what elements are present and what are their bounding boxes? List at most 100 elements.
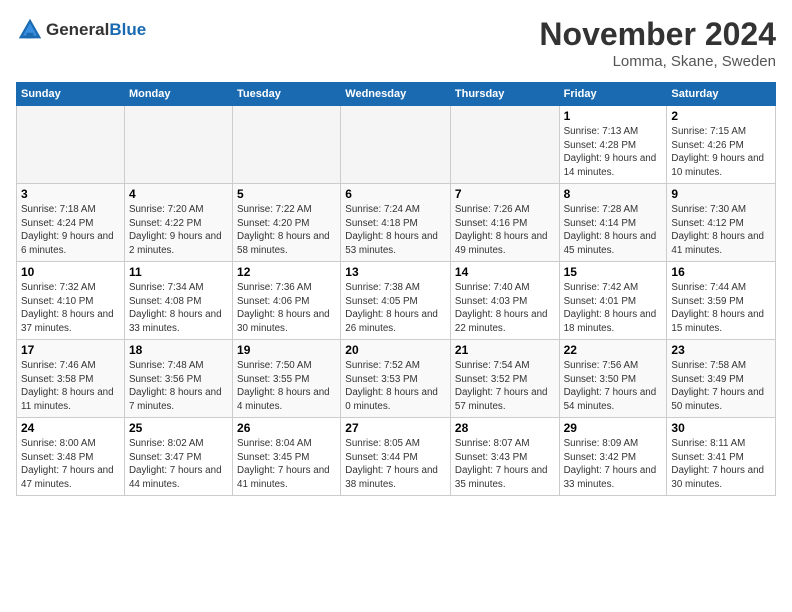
day-number: 5 xyxy=(237,187,336,201)
calendar-day: 25 Sunrise: 8:02 AMSunset: 3:47 PMDayligh… xyxy=(124,418,232,496)
day-number: 15 xyxy=(564,265,663,279)
day-info: Sunrise: 7:15 AMSunset: 4:26 PMDaylight:… xyxy=(671,125,771,180)
day-number: 12 xyxy=(237,265,336,279)
day-number: 10 xyxy=(21,265,120,279)
day-info: Sunrise: 7:30 AMSunset: 4:12 PMDaylight:… xyxy=(671,203,771,258)
header-monday: Monday xyxy=(124,83,232,106)
logo-blue: Blue xyxy=(109,20,146,39)
day-number: 9 xyxy=(671,187,771,201)
calendar-day: 3Sunrise: 7:18 AMSunset: 4:24 PMDaylight… xyxy=(17,184,125,262)
month-title: November 2024 xyxy=(539,16,776,53)
calendar-day: 28Sunrise: 8:07 AMSunset: 3:43 PMDayligh… xyxy=(450,418,559,496)
day-info: Sunrise: 7:54 AMSunset: 3:52 PMDaylight:… xyxy=(455,359,555,414)
calendar-day: 13 Sunrise: 7:38 AMSunset: 4:05 PMDayligh… xyxy=(341,262,451,340)
calendar-day: 14 Sunrise: 7:40 AMSunset: 4:03 PMDayligh… xyxy=(450,262,559,340)
day-info: Sunrise: 7:34 AMSunset: 4:08 PMDaylight:… xyxy=(129,281,228,336)
calendar-day: 5 Sunrise: 7:22 AMSunset: 4:20 PMDaylight… xyxy=(233,184,341,262)
calendar-day: 30 Sunrise: 8:11 AMSunset: 3:41 PMDayligh… xyxy=(667,418,776,496)
calendar-day xyxy=(450,106,559,184)
day-number: 25 xyxy=(129,421,228,435)
calendar-header-row: Sunday Monday Tuesday Wednesday Thursday… xyxy=(17,83,776,106)
calendar-day: 22 Sunrise: 7:56 AMSunset: 3:50 PMDayligh… xyxy=(559,340,667,418)
day-number: 22 xyxy=(564,343,663,357)
calendar-day: 26 Sunrise: 8:04 AMSunset: 3:45 PMDayligh… xyxy=(233,418,341,496)
calendar-week-row: 24Sunrise: 8:00 AMSunset: 3:48 PMDayligh… xyxy=(17,418,776,496)
day-info: Sunrise: 7:52 AMSunset: 3:53 PMDaylight:… xyxy=(345,359,446,414)
calendar-day: 9 Sunrise: 7:30 AMSunset: 4:12 PMDaylight… xyxy=(667,184,776,262)
calendar-week-row: 17Sunrise: 7:46 AMSunset: 3:58 PMDayligh… xyxy=(17,340,776,418)
calendar-day: 6Sunrise: 7:24 AMSunset: 4:18 PMDaylight… xyxy=(341,184,451,262)
logo-general: General xyxy=(46,20,109,39)
header-thursday: Thursday xyxy=(450,83,559,106)
day-info: Sunrise: 8:04 AMSunset: 3:45 PMDaylight:… xyxy=(237,437,336,492)
calendar-day: 21 Sunrise: 7:54 AMSunset: 3:52 PMDayligh… xyxy=(450,340,559,418)
header-sunday: Sunday xyxy=(17,83,125,106)
day-info: Sunrise: 7:13 AMSunset: 4:28 PMDaylight:… xyxy=(564,125,663,180)
header-friday: Friday xyxy=(559,83,667,106)
header-tuesday: Tuesday xyxy=(233,83,341,106)
calendar-day: 8Sunrise: 7:28 AMSunset: 4:14 PMDaylight… xyxy=(559,184,667,262)
day-number: 13 xyxy=(345,265,446,279)
day-info: Sunrise: 7:32 AMSunset: 4:10 PMDaylight:… xyxy=(21,281,120,336)
calendar-day: 15 Sunrise: 7:42 AMSunset: 4:01 PMDayligh… xyxy=(559,262,667,340)
day-info: Sunrise: 8:11 AMSunset: 3:41 PMDaylight:… xyxy=(671,437,771,492)
calendar-day: 23Sunrise: 7:58 AMSunset: 3:49 PMDayligh… xyxy=(667,340,776,418)
calendar-day: 11Sunrise: 7:34 AMSunset: 4:08 PMDayligh… xyxy=(124,262,232,340)
title-block: November 2024 Lomma, Skane, Sweden xyxy=(539,16,776,70)
day-info: Sunrise: 7:56 AMSunset: 3:50 PMDaylight:… xyxy=(564,359,663,414)
day-number: 20 xyxy=(345,343,446,357)
calendar-day: 10 Sunrise: 7:32 AMSunset: 4:10 PMDayligh… xyxy=(17,262,125,340)
day-number: 8 xyxy=(564,187,663,201)
logo-text: GeneralBlue xyxy=(46,21,146,40)
day-number: 21 xyxy=(455,343,555,357)
logo-icon xyxy=(16,16,44,44)
day-info: Sunrise: 7:22 AMSunset: 4:20 PMDaylight:… xyxy=(237,203,336,258)
day-number: 26 xyxy=(237,421,336,435)
day-info: Sunrise: 7:38 AMSunset: 4:05 PMDaylight:… xyxy=(345,281,446,336)
header-wednesday: Wednesday xyxy=(341,83,451,106)
day-info: Sunrise: 7:36 AMSunset: 4:06 PMDaylight:… xyxy=(237,281,336,336)
day-number: 14 xyxy=(455,265,555,279)
day-info: Sunrise: 8:09 AMSunset: 3:42 PMDaylight:… xyxy=(564,437,663,492)
day-info: Sunrise: 7:18 AMSunset: 4:24 PMDaylight:… xyxy=(21,203,120,258)
calendar: Sunday Monday Tuesday Wednesday Thursday… xyxy=(16,82,776,496)
day-number: 19 xyxy=(237,343,336,357)
calendar-day: 17Sunrise: 7:46 AMSunset: 3:58 PMDayligh… xyxy=(17,340,125,418)
calendar-day xyxy=(341,106,451,184)
calendar-week-row: 10 Sunrise: 7:32 AMSunset: 4:10 PMDayligh… xyxy=(17,262,776,340)
day-info: Sunrise: 7:26 AMSunset: 4:16 PMDaylight:… xyxy=(455,203,555,258)
day-number: 17 xyxy=(21,343,120,357)
calendar-day xyxy=(124,106,232,184)
day-info: Sunrise: 7:58 AMSunset: 3:49 PMDaylight:… xyxy=(671,359,771,414)
day-info: Sunrise: 7:40 AMSunset: 4:03 PMDaylight:… xyxy=(455,281,555,336)
header: GeneralBlue November 2024 Lomma, Skane, … xyxy=(16,16,776,70)
day-number: 6 xyxy=(345,187,446,201)
day-info: Sunrise: 7:20 AMSunset: 4:22 PMDaylight:… xyxy=(129,203,228,258)
day-number: 4 xyxy=(129,187,228,201)
day-info: Sunrise: 8:02 AMSunset: 3:47 PMDaylight:… xyxy=(129,437,228,492)
calendar-day: 18Sunrise: 7:48 AMSunset: 3:56 PMDayligh… xyxy=(124,340,232,418)
day-number: 1 xyxy=(564,109,663,123)
logo: GeneralBlue xyxy=(16,16,146,44)
header-saturday: Saturday xyxy=(667,83,776,106)
day-number: 30 xyxy=(671,421,771,435)
calendar-day: 7 Sunrise: 7:26 AMSunset: 4:16 PMDaylight… xyxy=(450,184,559,262)
day-number: 27 xyxy=(345,421,446,435)
location: Lomma, Skane, Sweden xyxy=(539,53,776,70)
calendar-day: 19Sunrise: 7:50 AMSunset: 3:55 PMDayligh… xyxy=(233,340,341,418)
day-number: 7 xyxy=(455,187,555,201)
day-info: Sunrise: 8:07 AMSunset: 3:43 PMDaylight:… xyxy=(455,437,555,492)
calendar-day: 20 Sunrise: 7:52 AMSunset: 3:53 PMDayligh… xyxy=(341,340,451,418)
day-info: Sunrise: 8:05 AMSunset: 3:44 PMDaylight:… xyxy=(345,437,446,492)
day-info: Sunrise: 7:42 AMSunset: 4:01 PMDaylight:… xyxy=(564,281,663,336)
calendar-day: 27 Sunrise: 8:05 AMSunset: 3:44 PMDayligh… xyxy=(341,418,451,496)
day-number: 16 xyxy=(671,265,771,279)
calendar-day: 1 Sunrise: 7:13 AMSunset: 4:28 PMDaylight… xyxy=(559,106,667,184)
calendar-day: 4 Sunrise: 7:20 AMSunset: 4:22 PMDaylight… xyxy=(124,184,232,262)
page: GeneralBlue November 2024 Lomma, Skane, … xyxy=(0,0,792,504)
day-number: 24 xyxy=(21,421,120,435)
calendar-day: 12 Sunrise: 7:36 AMSunset: 4:06 PMDayligh… xyxy=(233,262,341,340)
calendar-day xyxy=(233,106,341,184)
calendar-day: 24Sunrise: 8:00 AMSunset: 3:48 PMDayligh… xyxy=(17,418,125,496)
calendar-week-row: 3Sunrise: 7:18 AMSunset: 4:24 PMDaylight… xyxy=(17,184,776,262)
